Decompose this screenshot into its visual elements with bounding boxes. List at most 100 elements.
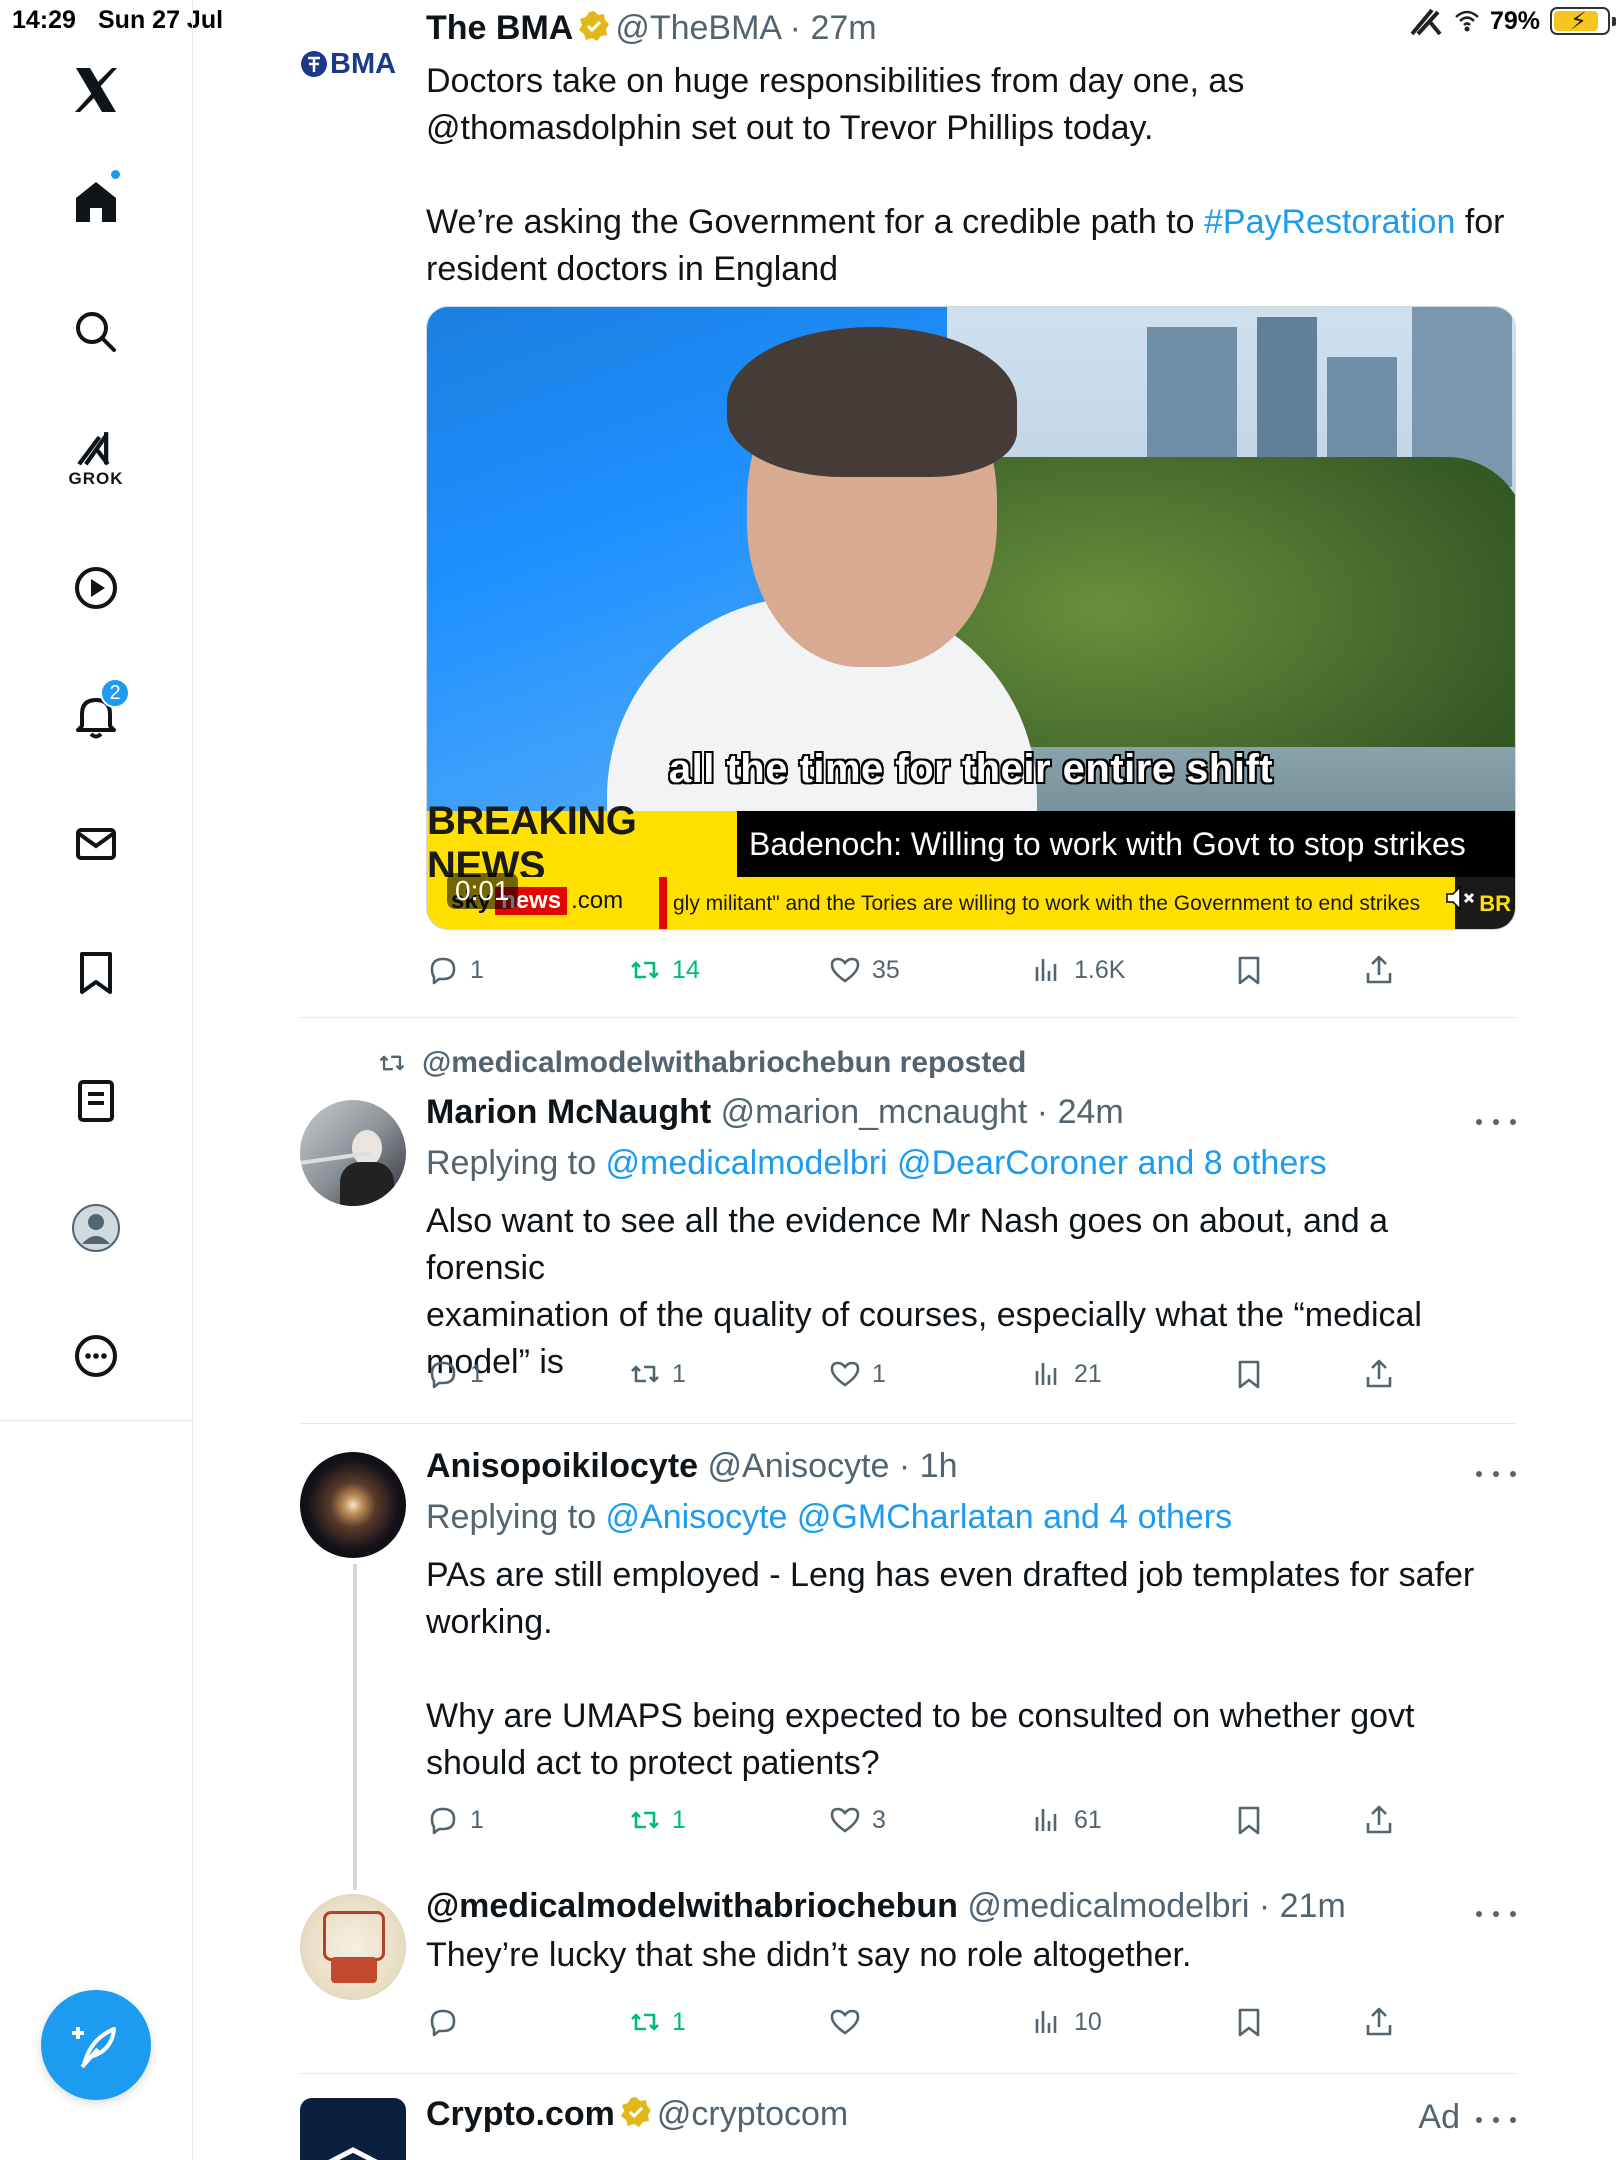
repost-button[interactable]: 14 (628, 948, 700, 992)
play-circle-icon (75, 567, 117, 609)
video-timestamp: 0:01 (447, 873, 518, 909)
bma-logo-text: BMA (330, 47, 397, 80)
view-count: 61 (1074, 1805, 1102, 1834)
sidebar-item-video[interactable] (56, 548, 136, 628)
home-unread-dot (109, 168, 122, 181)
author-handle[interactable]: @marion_mcnaught (721, 1093, 1028, 1131)
author-name[interactable]: The BMA (426, 9, 573, 47)
replying-mentions[interactable]: @Anisocyte @GMCharlatan and 4 others (606, 1498, 1233, 1536)
sidebar-item-search[interactable] (56, 292, 136, 372)
views-button[interactable]: 21 (1030, 1352, 1102, 1396)
avatar-cryptocom[interactable] (300, 2098, 406, 2160)
hashtag-link[interactable]: #PayRestoration (1204, 203, 1455, 241)
sidebar-item-more[interactable] (56, 1316, 136, 1396)
reply-count: 1 (470, 1805, 484, 1834)
tweet-cryptocom-ad[interactable]: Ad Crypto.com @cryptocom (300, 2074, 1516, 2160)
author-name[interactable]: Marion McNaught (426, 1093, 711, 1131)
views-button[interactable]: 61 (1030, 1798, 1102, 1842)
post-time[interactable]: 24m (1058, 1093, 1124, 1131)
like-button[interactable]: 3 (828, 1798, 886, 1842)
repost-button[interactable]: 1 (628, 2000, 686, 2044)
bookmark-icon (1238, 956, 1260, 985)
post-time[interactable]: 21m (1280, 1887, 1346, 1925)
ticker-headline: Badenoch: Willing to work with Govt to s… (749, 825, 1466, 862)
bookmark-button[interactable] (1232, 948, 1266, 992)
tweet-body: Anisopoikilocyte @Anisocyte · 1h Replyin… (426, 1444, 1516, 1787)
like-button[interactable]: 35 (828, 948, 900, 992)
sidebar-item-profile[interactable] (56, 1188, 136, 1268)
battery-icon: ⚡ (1550, 7, 1616, 35)
author-handle[interactable]: @cryptocom (657, 2095, 848, 2133)
sidebar-item-lists[interactable] (56, 1060, 136, 1140)
bookmark-button[interactable] (1232, 1352, 1266, 1396)
avatar-anisocyte[interactable] (300, 1452, 406, 1558)
reply-button[interactable]: 1 (426, 1352, 484, 1396)
author-handle[interactable]: @Anisocyte (708, 1447, 890, 1485)
video-subtitle: all the time for their entire shift (668, 747, 1274, 791)
repost-count: 14 (672, 955, 700, 984)
heart-icon (830, 957, 860, 983)
tweet-bma[interactable]: BMA The BMA @TheBMA · 27m Doctors take on… (300, 0, 1516, 1018)
tweet-medicalmodel[interactable]: @medicalmodelwithabriochebun @medicalmod… (300, 1887, 1516, 2074)
tweet-text: PAs are still employed - Leng has even d… (426, 1556, 1475, 1782)
repost-context-text[interactable]: @medicalmodelwithabriochebun reposted (422, 1046, 1026, 1080)
share-button[interactable] (1362, 948, 1396, 992)
share-button[interactable] (1362, 1798, 1396, 1842)
tweet-marion[interactable]: @medicalmodelwithabriochebun reposted Ma… (300, 1018, 1516, 1424)
views-chart-icon (1035, 1363, 1057, 1385)
video-player[interactable]: all the time for their entire shift BREA… (426, 306, 1516, 930)
dot-separator: · (1027, 1093, 1058, 1131)
sidebar-divider (0, 1420, 193, 1421)
author-name[interactable]: Crypto.com (426, 2095, 615, 2133)
sidebar-item-home[interactable] (56, 162, 136, 242)
reply-button[interactable]: 1 (426, 1798, 484, 1842)
like-button[interactable]: 1 (828, 1352, 886, 1396)
share-icon (1366, 2007, 1392, 2036)
share-button[interactable] (1362, 1352, 1396, 1396)
bookmark-icon (80, 952, 112, 994)
sidebar-item-messages[interactable] (56, 804, 136, 884)
sidebar-item-notifications[interactable]: 2 (56, 676, 136, 756)
repost-button[interactable]: 1 (628, 1798, 686, 1842)
x-logo-icon[interactable] (56, 50, 136, 130)
reply-icon (430, 1807, 456, 1835)
sidebar-item-grok[interactable]: GROK (56, 418, 136, 498)
tweet-anisocyte[interactable]: Anisopoikilocyte @Anisocyte · 1h Replyin… (300, 1424, 1516, 1894)
view-count: 10 (1074, 2007, 1102, 2036)
avatar-marion[interactable] (300, 1100, 406, 1206)
sidebar-item-bookmarks[interactable] (56, 932, 136, 1012)
mute-icon[interactable] (1443, 881, 1477, 915)
compose-post-button[interactable] (41, 1990, 151, 2100)
author-handle[interactable]: @medicalmodelbri (967, 1887, 1249, 1925)
tweet-actions: 1 10 (426, 2000, 1426, 2044)
replying-to: Replying to @Anisocyte @GMCharlatan and … (426, 1494, 1516, 1540)
like-button[interactable] (828, 2000, 872, 2044)
views-button[interactable]: 10 (1030, 2000, 1102, 2044)
share-button[interactable] (1362, 2000, 1396, 2044)
repost-button[interactable]: 1 (628, 1352, 686, 1396)
reply-button[interactable] (426, 2000, 470, 2044)
tweet-text: Doctors take on huge responsibilities fr… (426, 58, 1516, 293)
sky-news-logo-part-3: .com (571, 887, 624, 914)
tweet-actions: 1 1 3 61 (426, 1798, 1426, 1842)
grok-icon (77, 432, 110, 466)
sidebar: GROK 2 (0, 0, 193, 2160)
author-name[interactable]: @medicalmodelwithabriochebun (426, 1887, 958, 1925)
bma-crest-icon (301, 51, 327, 77)
avatar-medicalmodel[interactable] (300, 1894, 406, 2000)
post-time[interactable]: 1h (920, 1447, 958, 1485)
reply-icon (430, 1361, 456, 1389)
author-handle[interactable]: @TheBMA (615, 9, 780, 47)
bookmark-button[interactable] (1232, 2000, 1266, 2044)
post-time[interactable]: 27m (810, 9, 876, 47)
bookmark-button[interactable] (1232, 1798, 1266, 1842)
repost-icon (631, 1811, 659, 1829)
views-button[interactable]: 1.6K (1030, 948, 1125, 992)
reply-count: 1 (470, 955, 484, 984)
crawl-text: gly militant" and the Tories are willing… (659, 877, 1420, 929)
author-name[interactable]: Anisopoikilocyte (426, 1447, 698, 1485)
reply-icon (430, 957, 456, 985)
replying-mentions[interactable]: @medicalmodelbri @DearCoroner and 8 othe… (606, 1144, 1327, 1182)
reply-button[interactable]: 1 (426, 948, 484, 992)
heart-icon (830, 1361, 860, 1387)
